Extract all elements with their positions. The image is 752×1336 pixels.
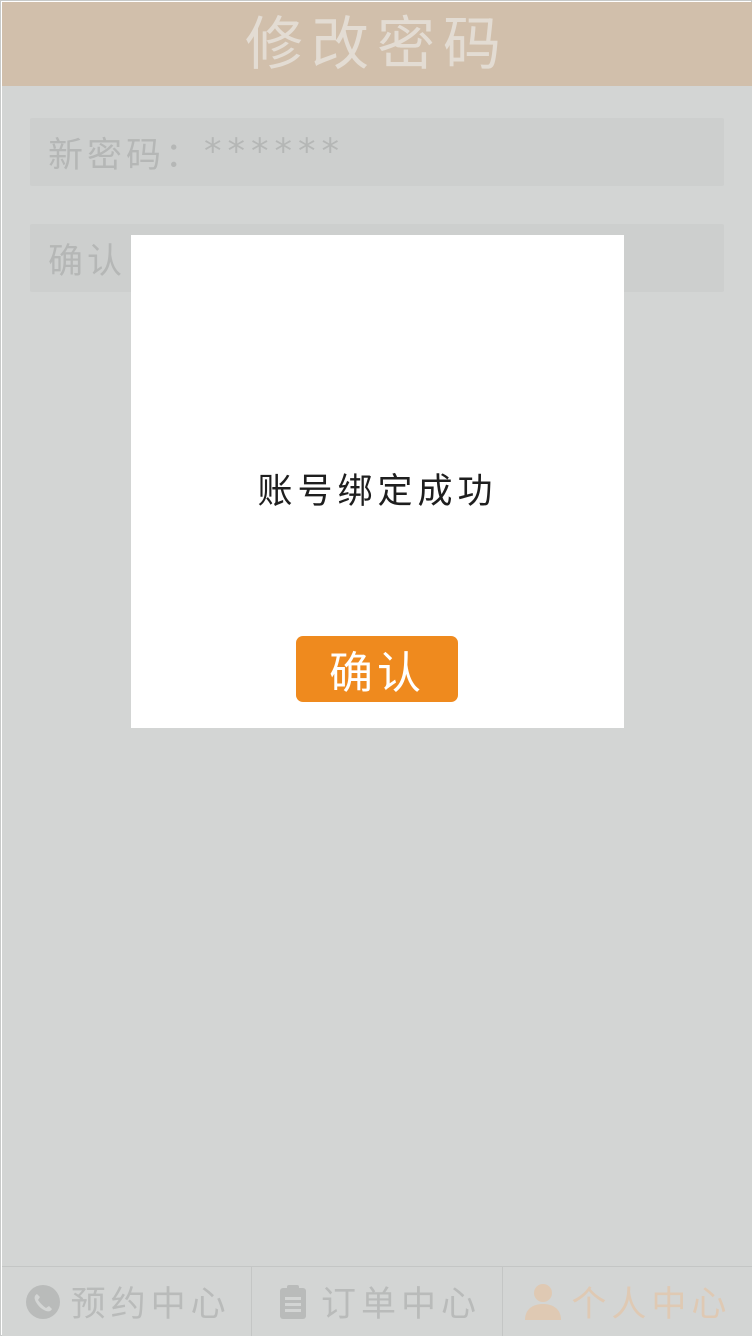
header-bar: 修改密码: [2, 2, 752, 86]
tab-order-center[interactable]: 订单中心: [252, 1267, 503, 1336]
tab-personal-label: 个人中心: [571, 1285, 732, 1325]
clipboard-icon: [273, 1282, 313, 1322]
confirm-password-label: 确认: [48, 241, 127, 282]
page-title: 修改密码: [244, 10, 509, 78]
dialog-message: 账号绑定成功: [257, 472, 498, 512]
tab-booking-center[interactable]: 预约中心: [2, 1267, 253, 1336]
new-password-value: ******: [204, 132, 346, 172]
tab-order-label: 订单中心: [320, 1285, 481, 1325]
success-dialog: 账号绑定成功 确认: [131, 235, 624, 728]
new-password-label: 新密码：: [48, 135, 205, 176]
tab-personal-center[interactable]: 个人中心: [503, 1267, 752, 1336]
new-password-field[interactable]: 新密码： ******: [30, 118, 724, 186]
phone-icon: [23, 1282, 63, 1322]
tab-booking-label: 预约中心: [70, 1285, 231, 1325]
bottom-tab-bar: 预约中心 订单中心 个人中心: [2, 1266, 752, 1336]
screen: 修改密码 新密码： ****** 确认 预约中心 订单中心 个人中心 账号绑定成…: [0, 0, 752, 1336]
user-icon: [523, 1282, 563, 1322]
dialog-confirm-button[interactable]: 确认: [296, 636, 458, 702]
